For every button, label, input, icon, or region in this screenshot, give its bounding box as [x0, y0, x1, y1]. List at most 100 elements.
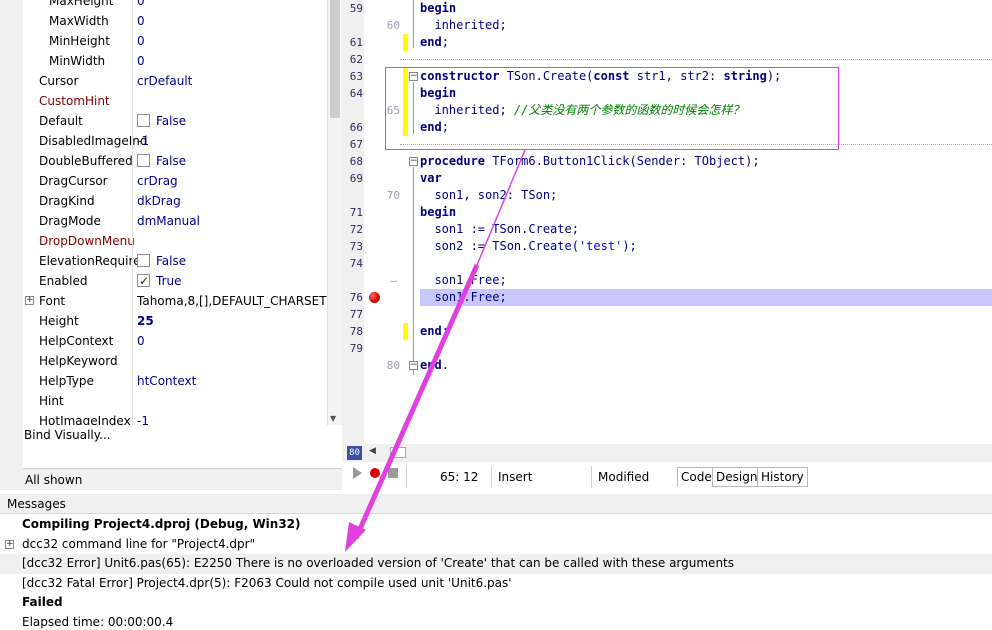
property-row[interactable]: HelpContext 0	[23, 331, 327, 351]
property-row[interactable]: HelpType htContext	[23, 371, 327, 391]
bind-visually-link[interactable]: Bind Visually...	[23, 425, 342, 445]
tab-code[interactable]: Code	[677, 467, 716, 487]
column-divider	[132, 331, 133, 351]
horizontal-scroll-thumb[interactable]	[390, 447, 406, 458]
code-line[interactable]: var	[420, 170, 992, 187]
inspector-scroll-thumb[interactable]	[330, 0, 340, 118]
code-line[interactable]	[420, 306, 992, 323]
code-line[interactable]: procedure TForm6.Button1Click(Sender: TO…	[420, 153, 992, 170]
code-line[interactable]: begin	[420, 0, 992, 17]
property-value-text: crDefault	[137, 74, 193, 88]
inspector-vertical-scrollbar[interactable]: ▼	[327, 0, 342, 425]
property-row[interactable]: Height 25	[23, 311, 327, 331]
code-lines[interactable]: begin inherited; end; constructor TSon.Cre…	[418, 0, 992, 374]
property-checkbox[interactable]	[137, 114, 150, 127]
property-value[interactable]: 0	[137, 51, 327, 71]
messages-title: Messages	[0, 494, 992, 514]
property-row[interactable]: Cursor crDefault	[23, 71, 327, 91]
property-checkbox[interactable]	[137, 254, 150, 267]
message-item[interactable]: Compiling Project4.dproj (Debug, Win32)	[0, 515, 992, 535]
breakpoint-icon[interactable]	[369, 292, 380, 303]
message-item[interactable]: [dcc32 Fatal Error] Project4.dpr(5): F20…	[0, 574, 992, 594]
line-number: –	[390, 274, 397, 287]
property-row[interactable]: MinHeight 0	[23, 31, 327, 51]
code-line[interactable]: son1 := TSon.Create;	[420, 221, 992, 238]
messages-list: Compiling Project4.dproj (Debug, Win32) +…	[0, 515, 992, 630]
property-value[interactable]: 0	[137, 0, 327, 11]
property-row[interactable]: DragCursor crDrag	[23, 171, 327, 191]
fold-toggle-icon[interactable]: −	[409, 361, 418, 370]
scroll-left-arrow-icon[interactable]: ◀	[369, 446, 376, 456]
message-item[interactable]: [dcc32 Error] Unit6.pas(65): E2250 There…	[0, 554, 992, 574]
property-value[interactable]: False	[137, 151, 327, 171]
property-value[interactable]: dmManual	[137, 211, 327, 231]
property-row[interactable]: CustomHint	[23, 91, 327, 111]
line-number: 77	[349, 308, 363, 321]
property-checkbox[interactable]	[137, 154, 150, 167]
code-line[interactable]: begin	[420, 204, 992, 221]
inspector-status-bar: All shown	[23, 468, 342, 490]
code-line[interactable]: son1, son2: TSon;	[420, 187, 992, 204]
property-row[interactable]: EnabledTrue	[23, 271, 327, 291]
stop-macro-icon[interactable]	[388, 468, 398, 478]
property-value[interactable]: True	[137, 271, 327, 291]
code-token: TForm6.Button1Click(Sender: TObject);	[485, 154, 760, 168]
property-row[interactable]: DropDownMenu	[23, 231, 327, 251]
tab-design[interactable]: Design	[712, 467, 762, 487]
column-divider	[132, 271, 133, 291]
property-value[interactable]: 0	[137, 31, 327, 51]
property-row[interactable]: +FontTahoma,8,[],DEFAULT_CHARSET,clW	[23, 291, 327, 311]
property-row[interactable]: MaxWidth 0	[23, 11, 327, 31]
property-value[interactable]: -1	[137, 131, 327, 151]
code-editor[interactable]: 59 60 61 62 63 64 65 66 67 68 69 70 71 72 73 74–76 77 78 7…	[342, 0, 992, 444]
code-line[interactable]: son2 := TSon.Create('test');	[420, 238, 992, 255]
code-line[interactable]: son1.Free;	[420, 289, 992, 306]
property-checkbox[interactable]	[137, 271, 150, 291]
line-count-badge: 80	[347, 446, 362, 460]
code-line[interactable]	[420, 255, 992, 272]
property-value-text: 0	[137, 0, 145, 8]
property-value[interactable]: dkDrag	[137, 191, 327, 211]
property-value[interactable]: False	[137, 251, 327, 271]
property-row[interactable]: MaxHeight 0	[23, 0, 327, 11]
message-item[interactable]: Elapsed time: 00:00:00.4	[0, 613, 992, 630]
message-text: [dcc32 Error] Unit6.pas(65): E2250 There…	[22, 556, 735, 570]
code-line[interactable]: inherited;	[420, 17, 992, 34]
code-line[interactable]	[420, 340, 992, 357]
property-row[interactable]: MinWidth 0	[23, 51, 327, 71]
editor-horizontal-scrollbar[interactable]: 80 ◀	[342, 444, 992, 462]
column-divider	[132, 91, 133, 111]
property-row[interactable]: DoubleBuffered False	[23, 151, 327, 171]
property-value[interactable]: htContext	[137, 371, 327, 391]
property-value[interactable]: crDefault	[137, 71, 327, 91]
expand-plus-icon[interactable]: +	[25, 296, 34, 305]
code-line[interactable]: end;	[420, 34, 992, 51]
property-row[interactable]: ElevationRequired False	[23, 251, 327, 271]
message-item[interactable]: Failed	[0, 593, 992, 613]
message-text: Elapsed time: 00:00:00.4	[22, 614, 174, 629]
property-value[interactable]: 25	[137, 311, 327, 331]
message-text: Failed	[22, 595, 63, 609]
record-macro-icon[interactable]	[370, 468, 380, 478]
message-item[interactable]: + dcc32 command line for "Project4.dpr"	[0, 535, 992, 555]
property-row[interactable]: DragMode dmManual	[23, 211, 327, 231]
property-row[interactable]: DragKind dkDrag	[23, 191, 327, 211]
line-number: 78	[349, 325, 363, 338]
play-macro-icon[interactable]	[353, 467, 362, 479]
property-value[interactable]: crDrag	[137, 171, 327, 191]
property-value[interactable]: 0	[137, 331, 327, 351]
code-line[interactable]: son1.Free;	[420, 272, 992, 289]
fold-toggle-icon[interactable]: −	[409, 157, 418, 166]
property-row[interactable]: Default False	[23, 111, 327, 131]
property-row[interactable]: HelpKeyword	[23, 351, 327, 371]
code-line[interactable]: end;	[420, 323, 992, 340]
tab-history[interactable]: History	[757, 467, 808, 487]
scroll-down-arrow-icon[interactable]: ▼	[330, 414, 336, 423]
property-value[interactable]: 0	[137, 11, 327, 31]
expand-plus-icon[interactable]: +	[5, 539, 14, 549]
property-value[interactable]: Tahoma,8,[],DEFAULT_CHARSET,clW	[137, 291, 327, 311]
code-line[interactable]: end.	[420, 357, 992, 374]
property-value[interactable]: False	[137, 111, 327, 131]
property-row[interactable]: Hint	[23, 391, 327, 411]
property-row[interactable]: DisabledImageInd -1	[23, 131, 327, 151]
